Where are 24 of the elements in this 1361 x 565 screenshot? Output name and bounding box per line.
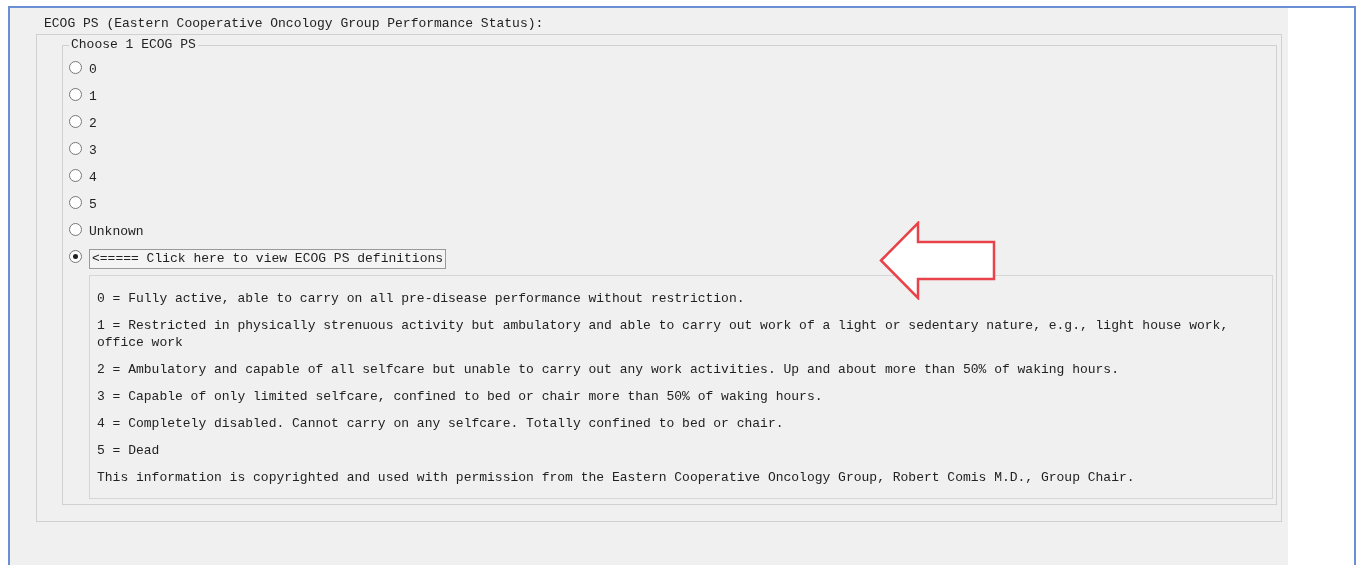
- section-title: ECOG PS (Eastern Cooperative Oncology Group Performance Status):: [44, 16, 545, 32]
- option-label: 4: [89, 169, 97, 186]
- radio-button[interactable]: [69, 115, 82, 128]
- option-label: 5: [89, 196, 97, 213]
- option-label: 0: [89, 61, 97, 78]
- definitions-button[interactable]: <===== Click here to view ECOG PS definitions: [89, 248, 447, 269]
- definition-text: 3 = Capable of only limited selfcare, confined to bed or chair more than 50% of waking hours.: [97, 388, 824, 405]
- definition-text: 1 = Restricted in physically strenuous activity but ambulatory and able to carry out work of a light or sedentary nature, e.g., light house work, office work: [97, 317, 1230, 351]
- radio-button[interactable]: [69, 196, 82, 209]
- option-label: 1: [89, 88, 97, 105]
- definition-text: 4 = Completely disabled. Cannot carry on any selfcare. Totally confined to bed or chair.: [97, 415, 785, 432]
- radio-button[interactable]: [69, 223, 82, 236]
- definition-text: 0 = Fully active, able to carry on all pre-disease performance without restriction.: [97, 290, 746, 307]
- option-label: Unknown: [89, 223, 144, 240]
- option-label: 3: [89, 142, 97, 159]
- definition-text: 5 = Dead: [97, 442, 161, 459]
- radio-button[interactable]: [69, 88, 82, 101]
- definition-text: 2 = Ambulatory and capable of all selfcare but unable to carry out any work activities. Up and about more than 50% of waking hours.: [97, 361, 1120, 378]
- radio-button[interactable]: [69, 142, 82, 155]
- radio-button[interactable]: [69, 61, 82, 74]
- radio-button[interactable]: [69, 169, 82, 182]
- option-label: 2: [89, 115, 97, 132]
- radio-button[interactable]: [69, 250, 82, 263]
- definition-text: This information is copyrighted and used with permission from the Eastern Cooperative Oncology Group, Robert Comis M.D., Group Chair.: [97, 469, 1136, 486]
